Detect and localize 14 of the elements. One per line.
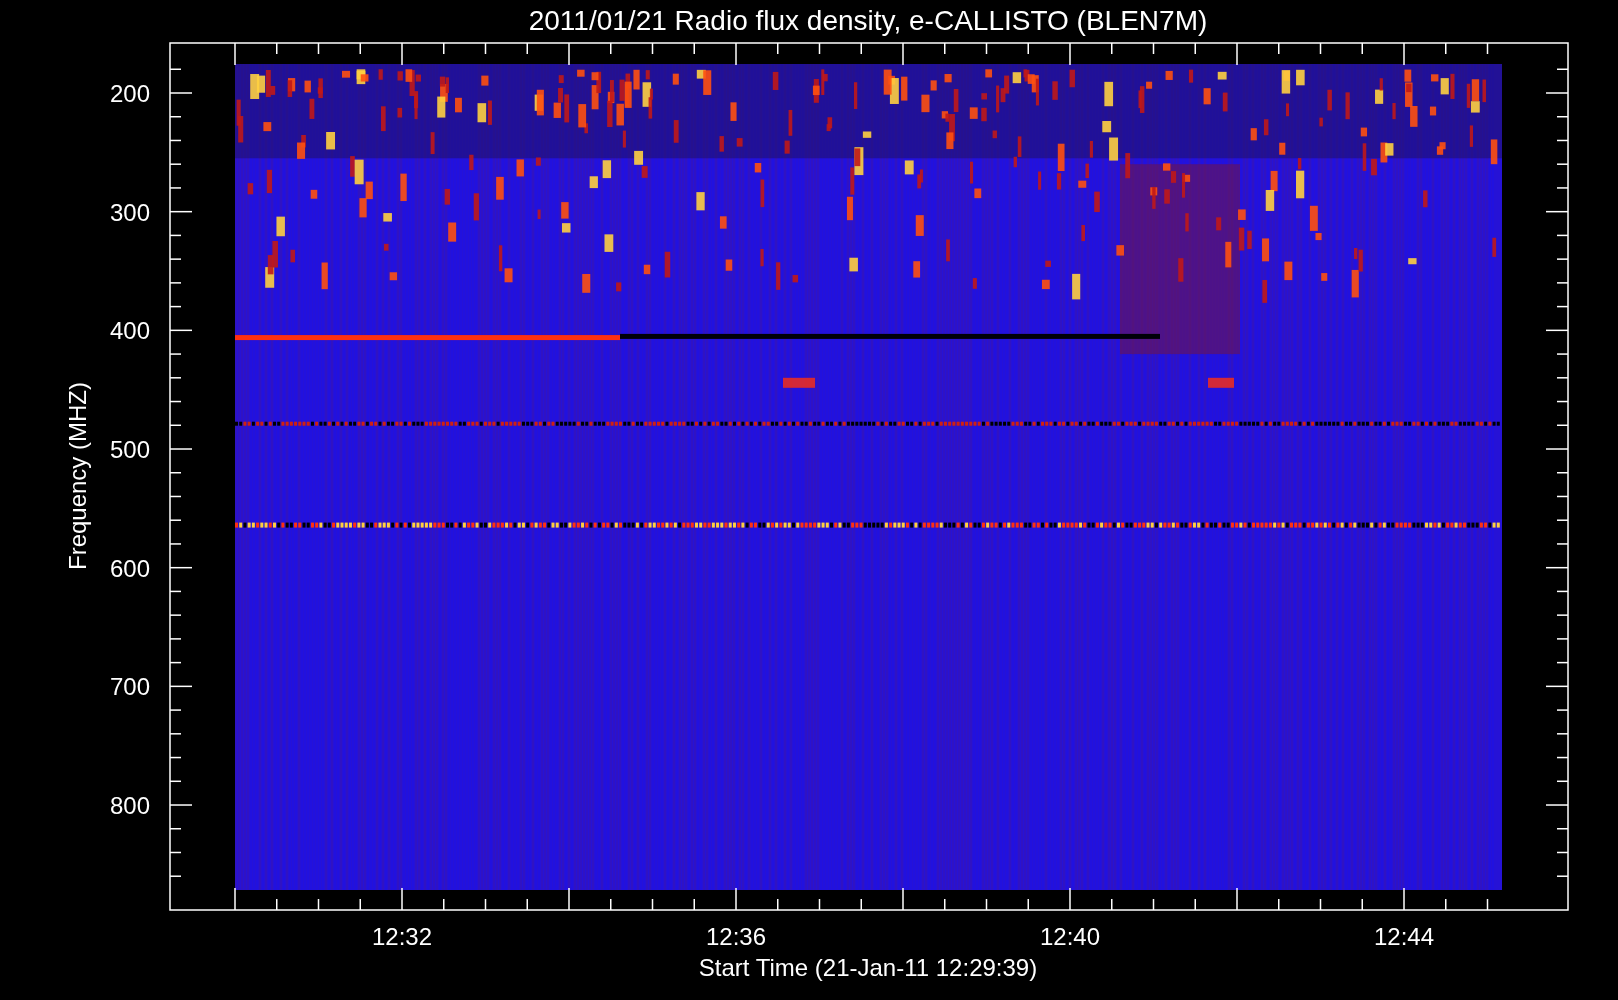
axis-title: Start Time (21-Jan-11 12:29:39) bbox=[698, 954, 1038, 981]
tick-label: 12:32 bbox=[371, 923, 433, 950]
tick-label: 12:36 bbox=[705, 923, 767, 950]
tick-label: 400 bbox=[109, 317, 150, 345]
tick-label: 12:40 bbox=[1039, 923, 1101, 950]
tick-label: 800 bbox=[109, 792, 150, 819]
tick-label: 12:44 bbox=[1373, 923, 1435, 950]
tick-label: 300 bbox=[109, 198, 150, 226]
tick-label: 700 bbox=[109, 673, 150, 701]
tick-label: 600 bbox=[109, 554, 150, 582]
tick-label: 200 bbox=[109, 80, 150, 107]
chart-title: 2011/01/21 Radio flux density, e-CALLISTO (BLEN7M) bbox=[528, 5, 1208, 36]
axis-title: Frequency (MHZ) bbox=[64, 382, 91, 570]
tick-label: 500 bbox=[109, 436, 150, 463]
